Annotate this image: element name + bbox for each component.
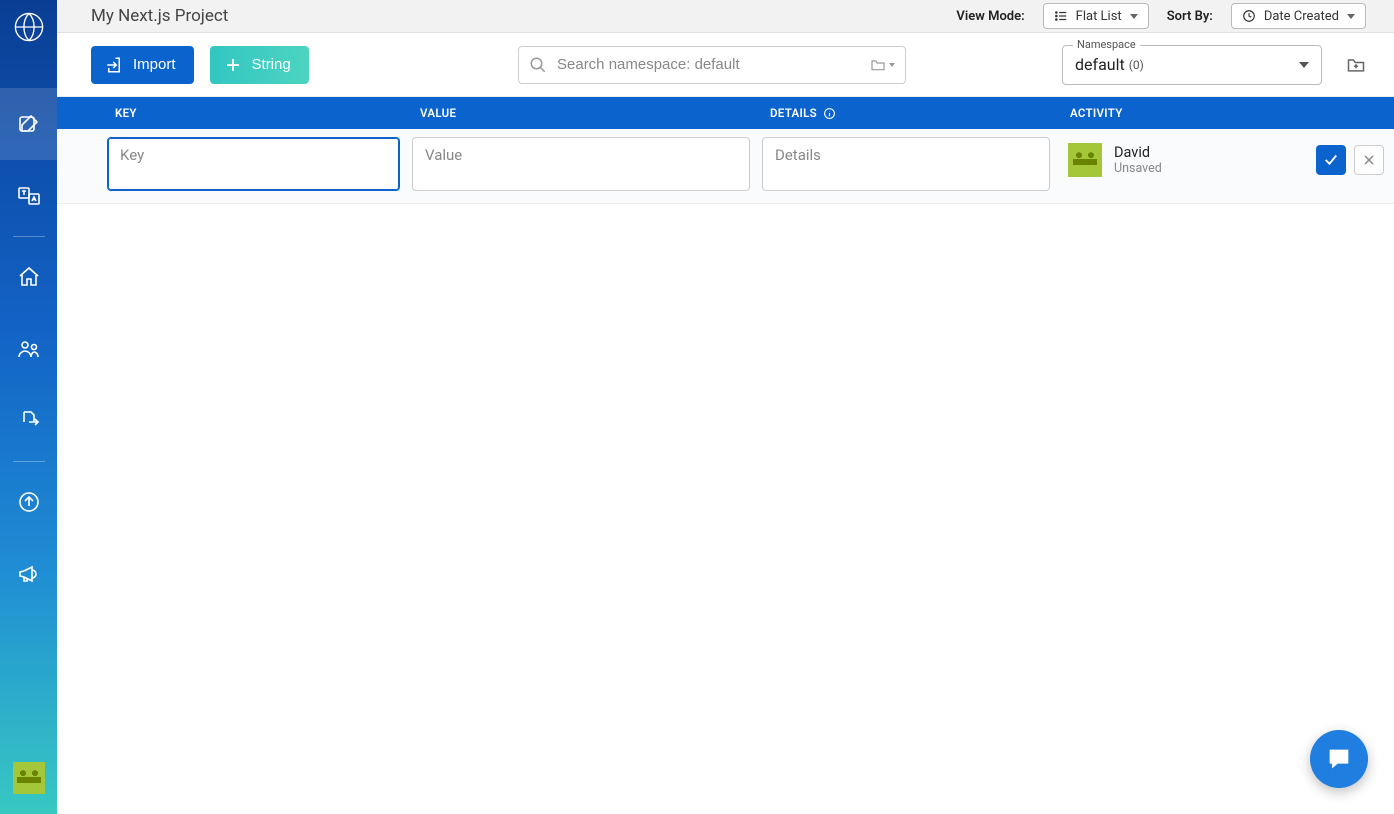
- user-avatar-sidebar[interactable]: [13, 762, 45, 794]
- sidebar-item-editor[interactable]: [0, 88, 57, 160]
- column-header-key[interactable]: KEY: [101, 97, 406, 129]
- plus-icon: [224, 56, 242, 74]
- sidebar-item-export[interactable]: [0, 385, 57, 457]
- sidebar-item-announce[interactable]: [0, 538, 57, 610]
- import-label: Import: [133, 56, 176, 73]
- view-mode-label: View Mode:: [956, 9, 1024, 24]
- sidebar: [0, 0, 57, 814]
- search-input[interactable]: [557, 56, 859, 73]
- value-input[interactable]: [412, 137, 750, 191]
- sidebar-item-upload[interactable]: [0, 466, 57, 538]
- view-mode-value: Flat List: [1076, 9, 1122, 24]
- column-header-details[interactable]: DETAILS: [756, 97, 1056, 129]
- activity-status: Unsaved: [1114, 161, 1162, 176]
- column-header-value[interactable]: VALUE: [406, 97, 756, 129]
- search-scope-button[interactable]: [869, 57, 895, 73]
- activity-user-name: David: [1114, 144, 1162, 161]
- team-icon: [17, 337, 41, 361]
- add-namespace-button[interactable]: [1346, 55, 1366, 75]
- import-icon: [105, 56, 123, 74]
- list-icon: [1054, 9, 1068, 23]
- string-label: String: [252, 56, 291, 73]
- separator: [13, 461, 45, 462]
- caret-down-icon: [889, 63, 895, 67]
- new-folder-icon: [1346, 55, 1366, 75]
- sort-by-select[interactable]: Date Created: [1231, 3, 1366, 29]
- chat-fab[interactable]: [1310, 730, 1368, 788]
- app-logo[interactable]: [12, 10, 46, 44]
- sort-by-value: Date Created: [1264, 9, 1339, 24]
- sidebar-item-home[interactable]: [0, 241, 57, 313]
- folder-icon: [869, 57, 887, 73]
- caret-down-icon: [1130, 14, 1138, 19]
- project-title: My Next.js Project: [91, 6, 228, 26]
- sidebar-item-team[interactable]: [0, 313, 57, 385]
- table-row: David Unsaved: [57, 129, 1394, 204]
- add-string-button[interactable]: String: [210, 46, 309, 84]
- caret-down-icon: [1347, 14, 1355, 19]
- clock-icon: [1242, 9, 1256, 23]
- close-icon: [1362, 153, 1376, 167]
- namespace-select[interactable]: Namespace default (0): [1062, 45, 1322, 85]
- import-button[interactable]: Import: [91, 46, 194, 84]
- key-input[interactable]: [107, 137, 400, 191]
- top-bar: My Next.js Project View Mode: Flat List …: [57, 0, 1394, 33]
- upload-circle-icon: [17, 490, 41, 514]
- export-icon: [17, 409, 41, 433]
- main-content: My Next.js Project View Mode: Flat List …: [57, 0, 1394, 814]
- separator: [13, 236, 45, 237]
- namespace-value: default: [1075, 55, 1125, 74]
- info-icon: [823, 107, 836, 120]
- action-bar: Import String Namespace default (0): [57, 33, 1394, 97]
- pencil-square-icon: [17, 112, 41, 136]
- search-box[interactable]: [518, 46, 906, 84]
- view-mode-select[interactable]: Flat List: [1043, 3, 1149, 29]
- chat-icon: [1325, 745, 1353, 773]
- table-header: KEY VALUE DETAILS ACTIVITY: [57, 97, 1394, 129]
- column-header-activity[interactable]: ACTIVITY: [1056, 97, 1306, 129]
- translate-icon: [17, 184, 41, 208]
- confirm-row-button[interactable]: [1316, 145, 1346, 175]
- details-input[interactable]: [762, 137, 1050, 191]
- sidebar-item-languages[interactable]: [0, 160, 57, 232]
- home-icon: [17, 265, 41, 289]
- namespace-count: (0): [1129, 58, 1144, 72]
- megaphone-icon: [17, 562, 41, 586]
- sort-by-label: Sort By:: [1167, 9, 1213, 24]
- check-icon: [1322, 151, 1340, 169]
- search-icon: [529, 56, 547, 74]
- cancel-row-button[interactable]: [1354, 145, 1384, 175]
- namespace-field-label: Namespace: [1073, 38, 1140, 51]
- caret-down-icon: [1299, 62, 1309, 68]
- user-avatar: [1068, 143, 1102, 177]
